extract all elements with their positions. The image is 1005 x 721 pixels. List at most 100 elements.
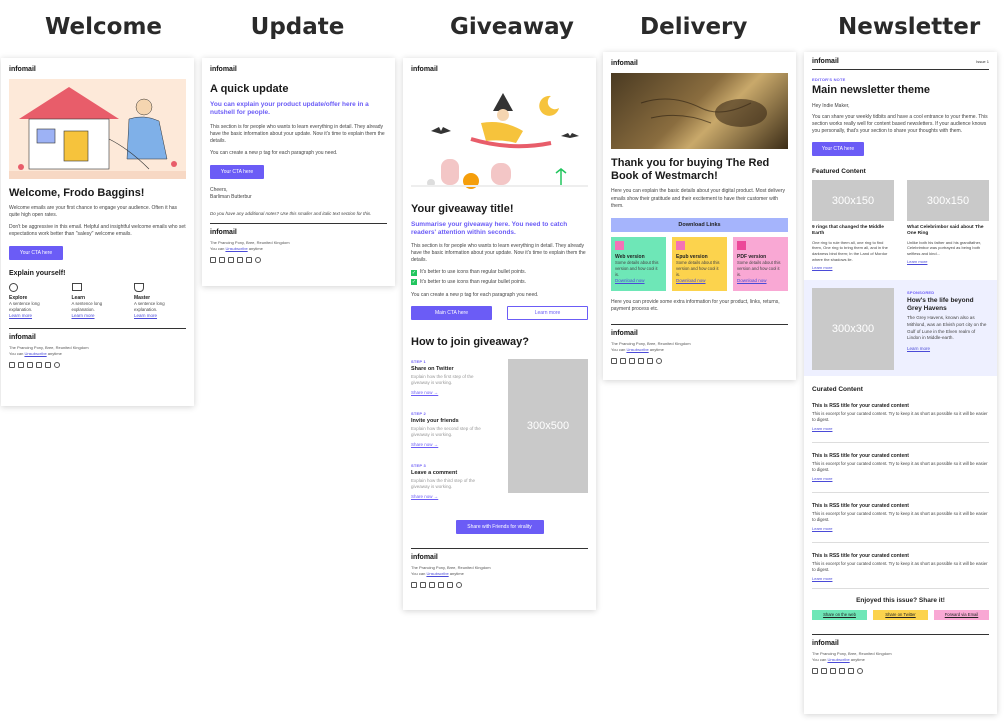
step-title: Leave a comment — [411, 469, 458, 476]
title-giveaway: Giveaway — [450, 14, 574, 40]
learn-more-link[interactable]: Learn more — [907, 259, 989, 264]
web-icon[interactable] — [857, 668, 863, 675]
twitter-icon[interactable] — [429, 581, 435, 588]
feature-learn: Learn A sentence long explanation. Learn… — [71, 282, 124, 318]
share-with-friends-button[interactable]: Share with Friends for virality — [455, 519, 544, 534]
learn-more-link[interactable]: Learn more — [812, 476, 989, 481]
how-to-join-heading: How to join giveaway? — [411, 336, 529, 349]
instagram-icon[interactable] — [420, 581, 426, 588]
linkedin-icon[interactable] — [45, 362, 51, 369]
newsletter-greeting: Hey Indie Maker, — [812, 102, 850, 109]
linkedin-icon[interactable] — [246, 256, 252, 263]
checkbox-icon: ✓ — [411, 269, 417, 276]
download-now-link[interactable]: Download now — [737, 278, 784, 283]
social-icons — [9, 362, 186, 369]
web-icon[interactable] — [456, 581, 462, 588]
bullet-item: ✓ It's better to use icons than regular … — [411, 278, 527, 286]
feature-text: A sentence long explanation. — [134, 300, 165, 312]
featured-grid: 300x150 9 rings that changed the Middle … — [812, 180, 989, 270]
version-card-epub: Epub version Some details about this ver… — [672, 237, 727, 292]
download-now-link[interactable]: Download now — [676, 278, 723, 283]
instagram-icon[interactable] — [18, 362, 24, 369]
version-cards: Web version Some details about this vers… — [611, 237, 788, 292]
share-twitter-button[interactable]: Share on Twitter — [873, 610, 928, 621]
feature-learn-more-link[interactable]: Learn more — [9, 313, 61, 318]
footer-divider — [411, 547, 588, 549]
learn-more-button[interactable]: Learn more — [507, 306, 588, 321]
main-cta-button[interactable]: Main CTA here — [411, 306, 492, 321]
feature-explore: Explore A sentence long explanation. Lea… — [9, 282, 61, 318]
twitter-icon[interactable] — [830, 668, 836, 675]
forward-email-button[interactable]: Forward via Email — [934, 610, 989, 621]
curated-title: This is RSS title for your curated conte… — [812, 553, 909, 560]
share-buttons: Share on the web Share on Twitter Forwar… — [812, 610, 989, 621]
twitter-icon[interactable] — [27, 362, 33, 369]
twitter-icon[interactable] — [228, 256, 234, 263]
trophy-icon — [134, 282, 144, 292]
download-links-bar: Download Links — [611, 218, 788, 233]
instagram-icon[interactable] — [219, 256, 225, 263]
unsubscribe-link[interactable]: Unsubscribe — [225, 246, 247, 251]
version-card-web: Web version Some details about this vers… — [611, 237, 666, 292]
facebook-icon[interactable] — [611, 357, 617, 364]
sponsored-label: SPONSORED — [907, 289, 935, 295]
linkedin-icon[interactable] — [647, 357, 653, 364]
curated-text: This is excerpt for your curated content… — [812, 561, 988, 573]
web-icon[interactable] — [255, 256, 261, 263]
share-now-link[interactable]: Share now → — [411, 442, 491, 447]
sponsored-title: How's the life beyond Grey Havens — [907, 296, 974, 312]
step-item: STEP 1 Share on Twitter Explain how the … — [411, 359, 491, 411]
newsletter-header: infomail Issue 1 — [812, 58, 989, 65]
twitter-icon[interactable] — [629, 357, 635, 364]
step-text: Explain how the second step of the givea… — [411, 425, 481, 437]
linkedin-icon[interactable] — [447, 581, 453, 588]
unsubscribe-link[interactable]: Unsubscribe — [827, 657, 849, 662]
facebook-icon[interactable] — [411, 581, 417, 588]
book-icon — [71, 282, 82, 291]
update-note: Do you have any additional notes? Use th… — [210, 211, 372, 217]
youtube-icon[interactable] — [237, 256, 243, 263]
instagram-icon[interactable] — [620, 357, 626, 364]
version-card-pdf: PDF version Some details about this vers… — [733, 237, 788, 292]
compass-icon — [9, 282, 18, 292]
version-text: Some details about this version and how … — [676, 260, 720, 278]
facebook-icon[interactable] — [812, 668, 818, 675]
learn-more-link[interactable]: Learn more — [812, 265, 894, 270]
steps-section: STEP 1 Share on Twitter Explain how the … — [411, 358, 588, 503]
step-title: Share on Twitter — [411, 365, 454, 372]
learn-more-link[interactable]: Learn more — [812, 576, 989, 581]
image-placeholder: 300x500 — [508, 358, 588, 493]
epub-icon — [676, 241, 685, 251]
curated-item: This is RSS title for your curated conte… — [812, 493, 989, 544]
welcome-cta-button[interactable]: Your CTA here — [9, 245, 63, 260]
share-now-link[interactable]: Share now → — [411, 494, 491, 499]
feature-learn-more-link[interactable]: Learn more — [134, 313, 186, 318]
sponsored-learn-more-link[interactable]: Learn more — [907, 346, 989, 351]
unsubscribe-link[interactable]: Unsubscribe — [626, 347, 648, 352]
youtube-icon[interactable] — [438, 581, 444, 588]
facebook-icon[interactable] — [9, 362, 15, 369]
youtube-icon[interactable] — [638, 357, 644, 364]
unsubscribe-link[interactable]: Unsubscribe — [24, 351, 46, 356]
newsletter-cta-button[interactable]: Your CTA here — [812, 141, 864, 156]
download-now-link[interactable]: Download now — [615, 278, 662, 283]
linkedin-icon[interactable] — [848, 668, 854, 675]
learn-more-link[interactable]: Learn more — [812, 526, 989, 531]
share-cta-wrapper: Share with Friends for virality — [411, 515, 588, 534]
youtube-icon[interactable] — [839, 668, 845, 675]
share-now-link[interactable]: Share now → — [411, 390, 491, 395]
learn-more-link[interactable]: Learn more — [812, 426, 989, 431]
giveaway-button-row: Main CTA here Learn more — [411, 306, 588, 321]
feature-learn-more-link[interactable]: Learn more — [72, 313, 124, 318]
facebook-icon[interactable] — [210, 256, 216, 263]
unsubscribe-link[interactable]: Unsubscribe — [426, 571, 448, 576]
curated-title: This is RSS title for your curated conte… — [812, 403, 909, 410]
update-lead: You can explain your product update/offe… — [210, 100, 369, 117]
instagram-icon[interactable] — [821, 668, 827, 675]
update-cta-button[interactable]: Your CTA here — [210, 164, 264, 179]
youtube-icon[interactable] — [36, 362, 42, 369]
share-web-button[interactable]: Share on the web — [812, 610, 867, 621]
web-icon[interactable] — [656, 357, 662, 364]
web-icon[interactable] — [54, 362, 60, 369]
web-icon — [615, 241, 624, 251]
